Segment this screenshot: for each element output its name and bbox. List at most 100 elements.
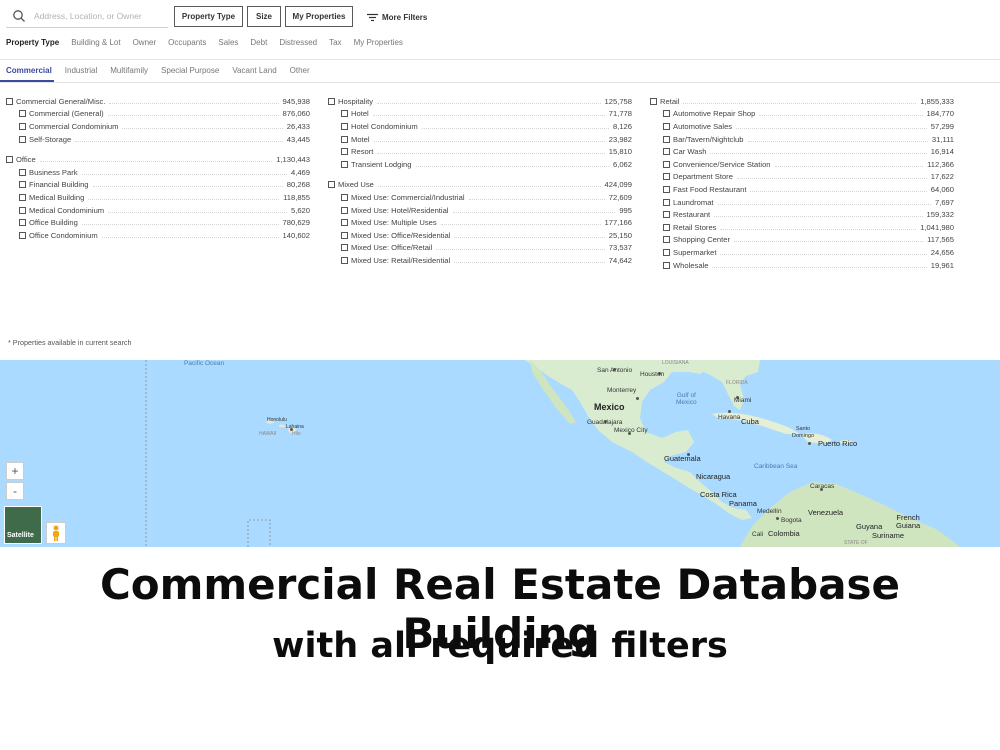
checkbox[interactable]: [341, 110, 348, 118]
subtab-special-purpose[interactable]: Special Purpose: [161, 66, 219, 82]
checkbox[interactable]: [341, 256, 348, 264]
subtab-industrial[interactable]: Industrial: [65, 66, 97, 82]
checkbox[interactable]: [650, 97, 657, 105]
checkbox-row[interactable]: Mixed Use: Retail/Residential 74,642: [328, 254, 632, 267]
checkbox[interactable]: [341, 135, 348, 143]
checkbox-row[interactable]: Office Condominium 140,602: [6, 229, 310, 242]
checkbox[interactable]: [19, 181, 26, 189]
checkbox-row[interactable]: Transient Lodging 6,062: [328, 158, 632, 171]
checkbox-row[interactable]: Department Store 17,622: [650, 171, 954, 184]
checkbox-row[interactable]: Mixed Use: Office/Residential 25,150: [328, 229, 632, 242]
checkbox-row[interactable]: Fast Food Restaurant 64,060: [650, 183, 954, 196]
tab-distressed[interactable]: Distressed: [279, 38, 317, 54]
checkbox[interactable]: [663, 185, 670, 193]
checkbox[interactable]: [341, 160, 348, 168]
more-filters-button[interactable]: More Filters: [367, 10, 427, 24]
subtab-other[interactable]: Other: [290, 66, 310, 82]
checkbox-row[interactable]: Commercial (General) 876,060: [6, 108, 310, 121]
checkbox[interactable]: [19, 168, 26, 176]
checkbox[interactable]: [663, 173, 670, 181]
search-input[interactable]: [34, 10, 164, 21]
checkbox[interactable]: [19, 193, 26, 201]
search-box[interactable]: [6, 4, 168, 28]
checkbox-row[interactable]: Mixed Use: Commercial/Industrial 72,609: [328, 191, 632, 204]
checkbox[interactable]: [19, 122, 26, 130]
checkbox-row[interactable]: Office Building 780,629: [6, 216, 310, 229]
checkbox[interactable]: [341, 148, 348, 156]
checkbox-row[interactable]: Business Park 4,469: [6, 166, 310, 179]
checkbox[interactable]: [663, 211, 670, 219]
zoom-in-button[interactable]: +: [6, 462, 24, 480]
checkbox-row[interactable]: Hotel 71,778: [328, 108, 632, 121]
street-view-pegman[interactable]: [46, 522, 66, 544]
checkbox-row[interactable]: Mixed Use 424,099: [328, 179, 632, 192]
checkbox-row[interactable]: Medical Condominium 5,620: [6, 204, 310, 217]
tab-owner[interactable]: Owner: [133, 38, 157, 54]
checkbox-row[interactable]: Hospitality 125,758: [328, 95, 632, 108]
checkbox[interactable]: [663, 148, 670, 156]
checkbox[interactable]: [19, 135, 26, 143]
checkbox[interactable]: [341, 219, 348, 227]
checkbox-row[interactable]: Bar/Tavern/Nightclub 31,111: [650, 133, 954, 146]
checkbox-row[interactable]: Resort 15,810: [328, 145, 632, 158]
tab-sales[interactable]: Sales: [218, 38, 238, 54]
checkbox-row[interactable]: Automotive Sales 57,299: [650, 120, 954, 133]
checkbox-row[interactable]: Mixed Use: Hotel/Residential 995: [328, 204, 632, 217]
checkbox[interactable]: [19, 219, 26, 227]
tab-occupants[interactable]: Occupants: [168, 38, 206, 54]
checkbox-row[interactable]: Retail 1,855,333: [650, 95, 954, 108]
map-view[interactable]: Pacific Ocean Honolulu Lahaina HAWAII Hi…: [0, 360, 1000, 547]
checkbox-row[interactable]: Retail Stores 1,041,980: [650, 221, 954, 234]
checkbox[interactable]: [19, 110, 26, 118]
tab-debt[interactable]: Debt: [250, 38, 267, 54]
checkbox-row[interactable]: Restaurant 159,332: [650, 208, 954, 221]
tab-building-lot[interactable]: Building & Lot: [71, 38, 120, 54]
tab-my-properties[interactable]: My Properties: [354, 38, 403, 54]
property-type-button[interactable]: Property Type: [174, 6, 243, 27]
subtab-vacant-land[interactable]: Vacant Land: [232, 66, 276, 82]
checkbox-row[interactable]: Automotive Repair Shop 184,770: [650, 108, 954, 121]
checkbox[interactable]: [328, 181, 335, 189]
checkbox-row[interactable]: Wholesale 19,961: [650, 259, 954, 272]
checkbox-row[interactable]: Laundromat 7,697: [650, 196, 954, 209]
tab-tax[interactable]: Tax: [329, 38, 341, 54]
checkbox-row[interactable]: Medical Building 118,855: [6, 191, 310, 204]
checkbox-row[interactable]: Car Wash 16,914: [650, 145, 954, 158]
checkbox[interactable]: [341, 206, 348, 214]
checkbox[interactable]: [19, 231, 26, 239]
checkbox[interactable]: [663, 135, 670, 143]
checkbox[interactable]: [663, 236, 670, 244]
checkbox[interactable]: [341, 244, 348, 252]
checkbox-row[interactable]: Convenience/Service Station 112,366: [650, 158, 954, 171]
checkbox-row[interactable]: Financial Building 80,268: [6, 179, 310, 192]
subtab-multifamily[interactable]: Multifamily: [110, 66, 148, 82]
checkbox[interactable]: [663, 261, 670, 269]
checkbox[interactable]: [341, 193, 348, 201]
checkbox[interactable]: [663, 110, 670, 118]
zoom-out-button[interactable]: -: [6, 482, 24, 500]
checkbox-row[interactable]: Commercial Condominium 26,433: [6, 120, 310, 133]
checkbox[interactable]: [663, 122, 670, 130]
checkbox[interactable]: [663, 223, 670, 231]
checkbox-row[interactable]: Self-Storage 43,445: [6, 133, 310, 146]
satellite-toggle[interactable]: Satellite: [4, 506, 42, 544]
checkbox[interactable]: [663, 198, 670, 206]
checkbox-row[interactable]: Commercial General/Misc. 945,938: [6, 95, 310, 108]
checkbox[interactable]: [19, 206, 26, 214]
checkbox[interactable]: [6, 156, 13, 164]
checkbox[interactable]: [663, 248, 670, 256]
checkbox-row[interactable]: Mixed Use: Multiple Uses 177,166: [328, 216, 632, 229]
checkbox[interactable]: [341, 122, 348, 130]
checkbox[interactable]: [6, 97, 13, 105]
size-button[interactable]: Size: [247, 6, 281, 27]
checkbox-row[interactable]: Hotel Condominium 8,126: [328, 120, 632, 133]
checkbox[interactable]: [341, 231, 348, 239]
checkbox-row[interactable]: Mixed Use: Office/Retail 73,537: [328, 242, 632, 255]
checkbox[interactable]: [663, 160, 670, 168]
checkbox-row[interactable]: Supermarket 24,656: [650, 246, 954, 259]
checkbox-row[interactable]: Office 1,130,443: [6, 153, 310, 166]
my-properties-button[interactable]: My Properties: [285, 6, 353, 27]
checkbox[interactable]: [328, 97, 335, 105]
checkbox-row[interactable]: Shopping Center 117,565: [650, 234, 954, 247]
checkbox-row[interactable]: Motel 23,982: [328, 133, 632, 146]
